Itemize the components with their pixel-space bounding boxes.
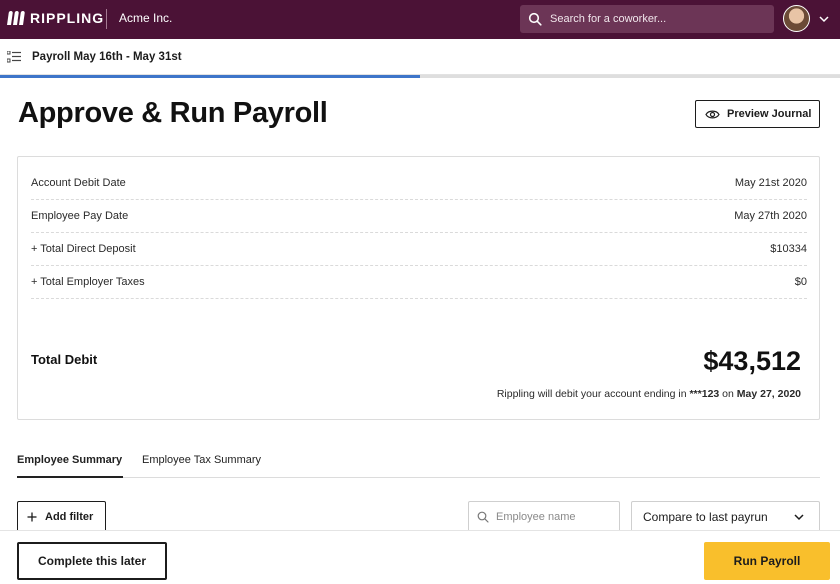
company-name[interactable]: Acme Inc. [119, 11, 172, 25]
top-nav-bar: RIPPLING Acme Inc. Search for a coworker… [0, 0, 840, 39]
run-payroll-button[interactable]: Run Payroll [704, 542, 830, 580]
brand-name: RIPPLING [30, 10, 105, 26]
chevron-down-icon[interactable] [818, 13, 830, 25]
debit-date: May 27, 2020 [736, 388, 801, 400]
complete-later-button[interactable]: Complete this later [17, 542, 167, 580]
debit-note-prefix: Rippling will debit your account ending … [496, 388, 687, 400]
rippling-logo-icon [7, 11, 25, 25]
action-footer: Complete this later Run Payroll [0, 530, 840, 584]
compare-payrun-value: Compare to last payrun [643, 509, 768, 524]
coworker-search[interactable]: Search for a coworker... [520, 5, 774, 33]
avatar[interactable] [783, 5, 810, 32]
payroll-period-title: Payroll May 16th - May 31st [32, 51, 182, 63]
compare-payrun-select[interactable]: Compare to last payrun [631, 501, 820, 532]
add-filter-label: Add filter [45, 510, 94, 523]
add-filter-button[interactable]: Add filter [17, 501, 106, 532]
employee-search[interactable] [468, 501, 620, 532]
summary-row: + Total Employer Taxes $0 [31, 266, 807, 299]
summary-row: Account Debit Date May 21st 2020 [31, 167, 807, 200]
debit-note: Rippling will debit your account ending … [497, 388, 801, 400]
summary-row-label: Employee Pay Date [31, 210, 129, 222]
employee-search-input[interactable] [496, 510, 606, 523]
preview-journal-label: Preview Journal [727, 108, 812, 120]
account-suffix: ***123 [689, 388, 720, 400]
summary-row-label: + Total Employer Taxes [31, 276, 145, 288]
page-title: Approve & Run Payroll [18, 97, 328, 129]
payroll-subheader: Payroll May 16th - May 31st [0, 39, 840, 75]
plus-icon [27, 512, 37, 521]
summary-row-value: $0 [794, 276, 807, 288]
summary-row-label: + Total Direct Deposit [31, 243, 136, 255]
total-debit-label: Total Debit [31, 352, 98, 367]
summary-row-value: May 21st 2020 [734, 177, 807, 189]
preview-journal-button[interactable]: Preview Journal [695, 100, 820, 128]
summary-row-value: $10334 [770, 243, 807, 255]
summary-row: Employee Pay Date May 27th 2020 [31, 200, 807, 233]
debit-note-on: on [722, 388, 734, 400]
summary-row-label: Account Debit Date [31, 177, 126, 189]
coworker-search-placeholder: Search for a coworker... [550, 13, 667, 25]
payroll-progress-bar [0, 75, 840, 78]
search-icon [528, 12, 542, 26]
summary-row-value: May 27th 2020 [734, 210, 807, 222]
summary-row: + Total Direct Deposit $10334 [31, 233, 807, 266]
payroll-progress-fill [0, 75, 420, 78]
search-icon [477, 511, 489, 523]
eye-icon [705, 110, 720, 118]
summary-tabs: Employee Summary Employee Tax Summary [17, 448, 820, 478]
tab-employee-summary[interactable]: Employee Summary [17, 454, 122, 466]
payroll-summary-card: Account Debit Date May 21st 2020 Employe… [17, 156, 820, 420]
chevron-down-icon [794, 513, 804, 520]
total-debit-amount: $43,512 [703, 346, 801, 376]
list-icon[interactable] [7, 51, 21, 63]
rippling-logo[interactable]: RIPPLING [7, 10, 105, 26]
tab-employee-tax-summary[interactable]: Employee Tax Summary [142, 454, 261, 466]
nav-divider [106, 9, 107, 29]
active-tab-indicator [17, 476, 123, 478]
